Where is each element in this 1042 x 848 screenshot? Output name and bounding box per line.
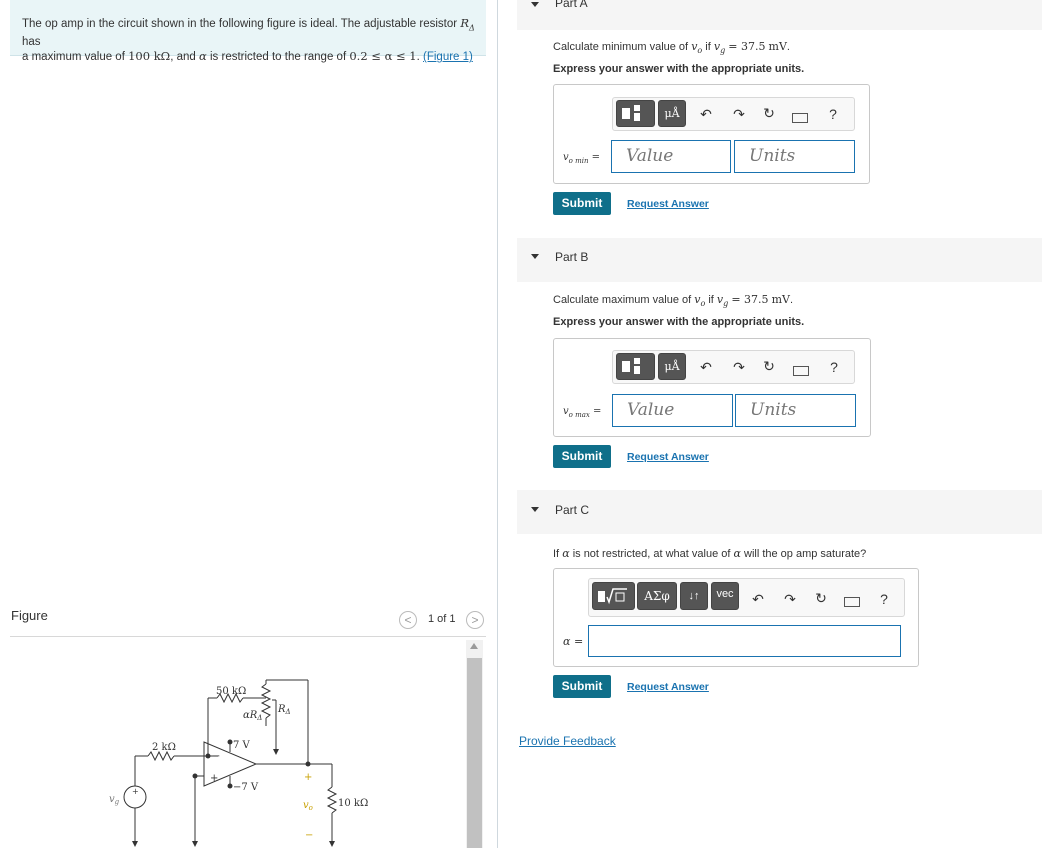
ra-symbol: RΔ — [460, 16, 475, 33]
part-a-title: Part A — [555, 0, 588, 10]
scroll-up-icon[interactable] — [470, 643, 478, 649]
redo-icon[interactable]: ↷ — [730, 359, 748, 376]
label-ra: RΔ — [277, 704, 291, 716]
label-vo: vo — [303, 800, 313, 812]
part-a-question: Calculate minimum value of vo if vg = 37… — [553, 40, 790, 56]
vec-button[interactable]: vec — [711, 582, 739, 610]
part-c-var-label: α = — [563, 635, 584, 648]
units-button[interactable]: μÅ — [658, 353, 686, 380]
reset-icon[interactable]: ↻ — [760, 358, 778, 375]
template-button[interactable] — [616, 353, 655, 380]
next-figure-button[interactable]: > — [466, 611, 484, 629]
max-value: 100 kΩ — [128, 49, 171, 64]
part-a-submit-button[interactable]: Submit — [553, 192, 611, 215]
undo-icon[interactable]: ↶ — [697, 106, 715, 123]
label-2k: 2 kΩ — [152, 742, 176, 753]
part-b-var-label: vo max = — [563, 406, 602, 419]
opamp-noninverting-sign: + — [210, 773, 218, 784]
part-b-request-answer[interactable]: Request Answer — [627, 451, 709, 463]
alpha-symbol: α — [199, 49, 207, 64]
redo-icon[interactable]: ↷ — [730, 106, 748, 123]
part-c-title: Part C — [555, 503, 590, 517]
part-c-answer-input[interactable] — [588, 625, 901, 657]
figure-divider — [10, 636, 486, 637]
part-b-question: Calculate maximum value of vo if vg = 37… — [553, 293, 794, 309]
undo-icon[interactable]: ↶ — [749, 591, 767, 608]
part-b-header[interactable] — [517, 238, 1042, 282]
label-vg: vg — [109, 794, 120, 806]
template-button[interactable] — [616, 100, 655, 127]
chevron-down-icon[interactable] — [531, 2, 539, 7]
template-icon — [622, 358, 640, 374]
arrows-button[interactable]: ↓↑ — [680, 582, 708, 610]
figure-link[interactable]: (Figure 1) — [423, 51, 473, 63]
undo-icon[interactable]: ↶ — [697, 359, 715, 376]
label-50k: 50 kΩ — [216, 686, 246, 697]
circuit-diagram: 50 kΩ 2 kΩ αRΔ RΔ 7 V −7 V − + + vg + vo… — [109, 679, 368, 847]
problem-text-1: The op amp in the circuit shown in the f… — [22, 18, 458, 30]
keyboard-icon[interactable] — [793, 366, 809, 376]
part-a-instruction: Express your answer with the appropriate… — [553, 63, 805, 75]
keyboard-icon[interactable] — [792, 113, 808, 123]
label-vneg: −7 V — [233, 782, 259, 793]
alpha-range: 0.2 ≤ α ≤ 1 — [349, 49, 417, 64]
help-icon[interactable]: ? — [824, 106, 842, 122]
problem-text-2: has — [22, 36, 41, 49]
part-b-units-input[interactable]: Units — [735, 394, 856, 427]
part-c-request-answer[interactable]: Request Answer — [627, 681, 709, 693]
chevron-down-icon[interactable] — [531, 254, 539, 259]
vo-minus: − — [305, 830, 313, 841]
template-icon — [622, 105, 640, 121]
part-b-title: Part B — [555, 250, 589, 264]
math-template-button[interactable] — [592, 582, 635, 610]
redo-icon[interactable]: ↷ — [781, 591, 799, 608]
part-a-var-label: vo min = — [563, 152, 601, 165]
vo-plus: + — [304, 772, 312, 783]
chevron-down-icon[interactable] — [531, 507, 539, 512]
problem-text-6: . — [416, 51, 420, 64]
part-c-header[interactable] — [517, 490, 1042, 534]
panel-divider — [497, 0, 498, 848]
part-c-question: If α is not restricted, at what value of… — [553, 547, 867, 560]
help-icon[interactable]: ? — [825, 359, 843, 375]
provide-feedback-link[interactable]: Provide Feedback — [519, 734, 616, 748]
reset-icon[interactable]: ↻ — [812, 590, 830, 607]
part-c-submit-button[interactable]: Submit — [553, 675, 611, 698]
resistor-ra — [260, 683, 272, 719]
figure-scroll-thumb[interactable] — [467, 658, 482, 848]
help-icon[interactable]: ? — [875, 591, 893, 607]
label-vpos: 7 V — [233, 740, 251, 751]
prev-figure-button[interactable]: < — [399, 611, 417, 629]
sqrt-template-icon — [598, 588, 627, 605]
source-plus: + — [132, 787, 139, 796]
resistor-10k — [326, 786, 338, 814]
keyboard-icon[interactable] — [844, 597, 860, 607]
part-b-submit-button[interactable]: Submit — [553, 445, 611, 468]
part-a-request-answer[interactable]: Request Answer — [627, 198, 709, 210]
part-b-value-input[interactable]: Value — [612, 394, 733, 427]
label-10k: 10 kΩ — [338, 798, 368, 809]
part-a-units-input[interactable]: Units — [734, 140, 855, 173]
reset-icon[interactable]: ↻ — [760, 105, 778, 122]
problem-statement: The op amp in the circuit shown in the f… — [22, 16, 482, 64]
part-a-value-input[interactable]: Value — [611, 140, 731, 173]
label-alpha-ra: αRΔ — [243, 710, 262, 722]
problem-text-5: is restricted to the range of — [209, 51, 347, 64]
problem-text-4: , and — [170, 51, 196, 64]
part-a-header[interactable] — [517, 0, 1042, 30]
problem-text-3: a maximum value of — [22, 51, 125, 64]
resistor-2k — [147, 750, 175, 762]
greek-symbols-button[interactable]: ΑΣφ — [637, 582, 677, 610]
figure-heading: Figure — [11, 608, 48, 623]
units-button[interactable]: μÅ — [658, 100, 686, 127]
figure-pager: 1 of 1 — [428, 613, 456, 625]
opamp-inverting-sign: − — [212, 751, 220, 762]
part-b-instruction: Express your answer with the appropriate… — [553, 316, 805, 328]
